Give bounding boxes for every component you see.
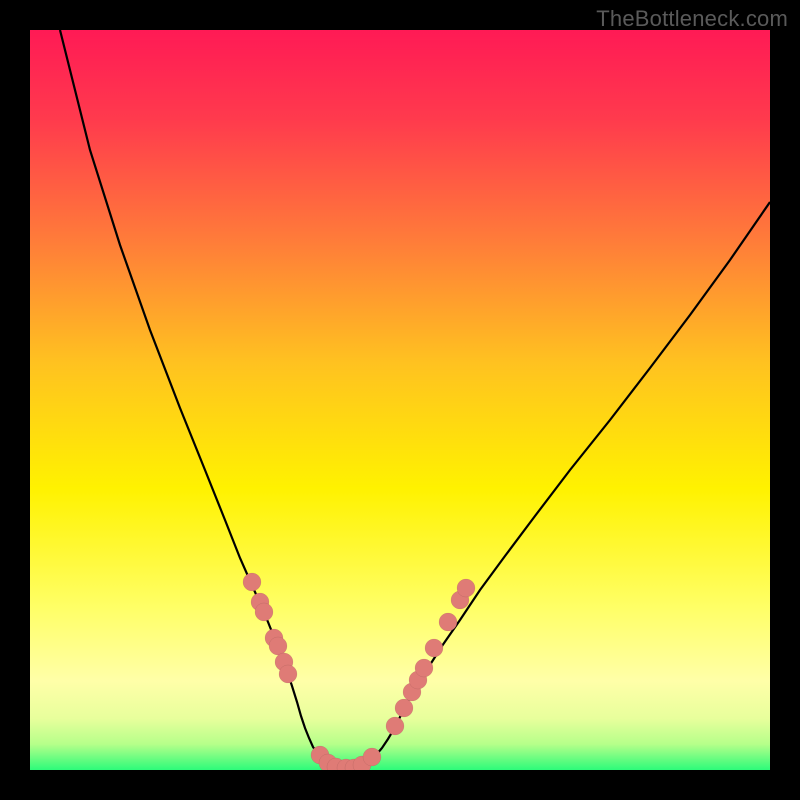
sample-dot [269,637,287,655]
curves-layer [30,30,770,770]
sample-dots [243,573,475,770]
sample-dot [439,613,457,631]
sample-dot [457,579,475,597]
chart-frame: TheBottleneck.com [0,0,800,800]
sample-dot [363,748,381,766]
watermark-text: TheBottleneck.com [596,6,788,32]
left-curve [60,30,336,767]
sample-dot [395,699,413,717]
sample-dot [415,659,433,677]
sample-dot [255,603,273,621]
plot-area [30,30,770,770]
sample-dot [243,573,261,591]
sample-dot [425,639,443,657]
sample-dot [386,717,404,735]
sample-dot [279,665,297,683]
